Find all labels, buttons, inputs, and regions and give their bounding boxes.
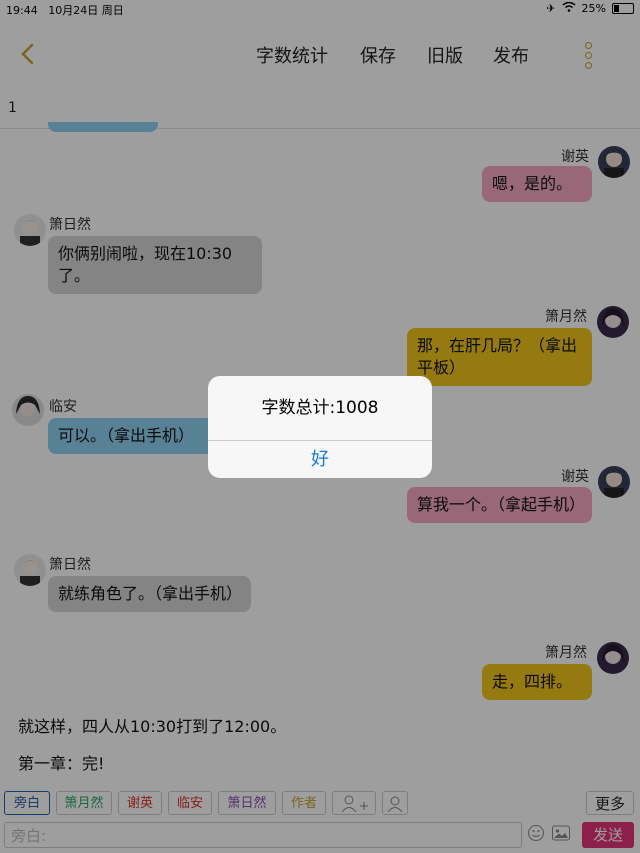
dialog-message: 字数总计:1008 xyxy=(261,398,379,418)
word-count-dialog: 字数总计:1008 好 xyxy=(208,376,432,478)
dialog-ok-button[interactable]: 好 xyxy=(208,441,432,478)
